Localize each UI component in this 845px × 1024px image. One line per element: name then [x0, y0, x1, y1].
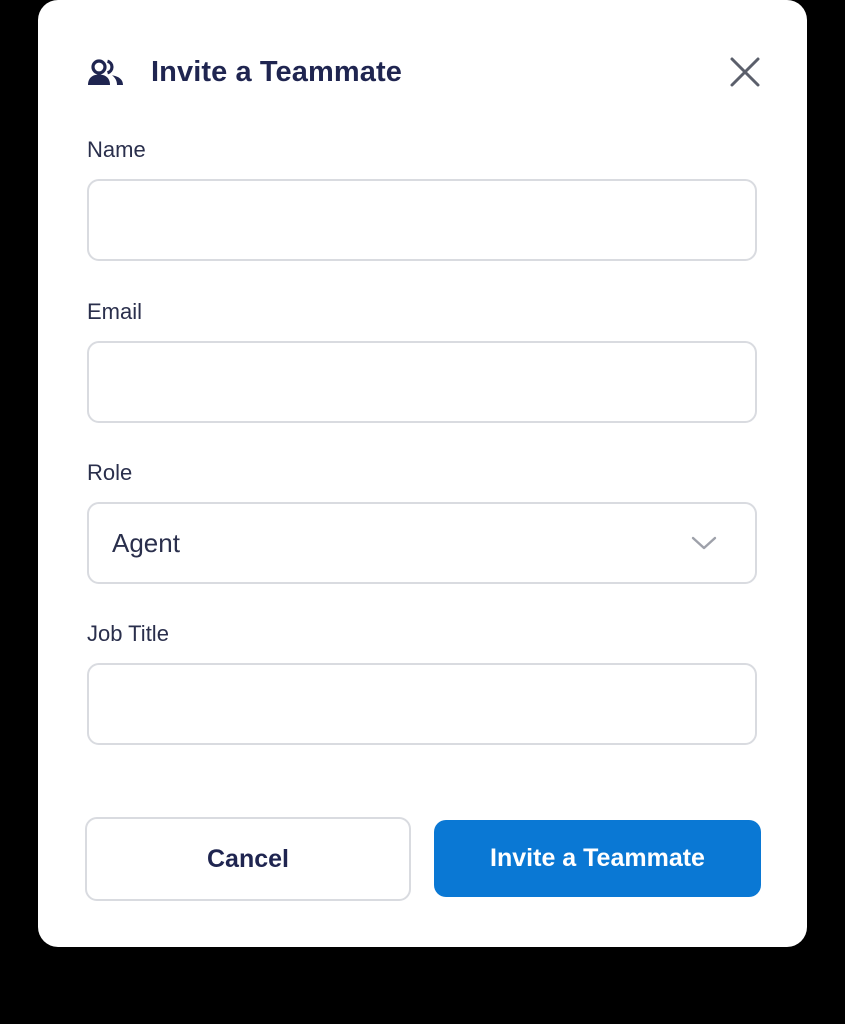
invite-teammate-button[interactable]: Invite a Teammate	[434, 820, 761, 897]
job-title-field[interactable]	[87, 663, 757, 745]
dialog-header: Invite a Teammate	[86, 50, 760, 98]
dialog-title: Invite a Teammate	[151, 56, 402, 88]
cancel-button[interactable]: Cancel	[85, 817, 411, 901]
role-label: Role	[87, 460, 133, 485]
email-field[interactable]	[87, 341, 757, 423]
role-selected-value: Agent	[112, 528, 180, 558]
chevron-down-icon	[691, 535, 717, 551]
role-select[interactable]: Agent	[87, 502, 757, 584]
job-title-label: Job Title	[87, 621, 169, 646]
name-input[interactable]	[89, 181, 755, 259]
name-label: Name	[87, 137, 146, 162]
invite-teammate-dialog: Invite a Teammate Name Email Role Agent …	[38, 0, 807, 947]
email-label: Email	[87, 299, 143, 324]
team-icon	[86, 58, 126, 88]
email-input[interactable]	[89, 343, 755, 421]
name-field[interactable]	[87, 179, 757, 261]
job-title-input[interactable]	[89, 665, 755, 743]
close-icon[interactable]	[727, 54, 763, 90]
